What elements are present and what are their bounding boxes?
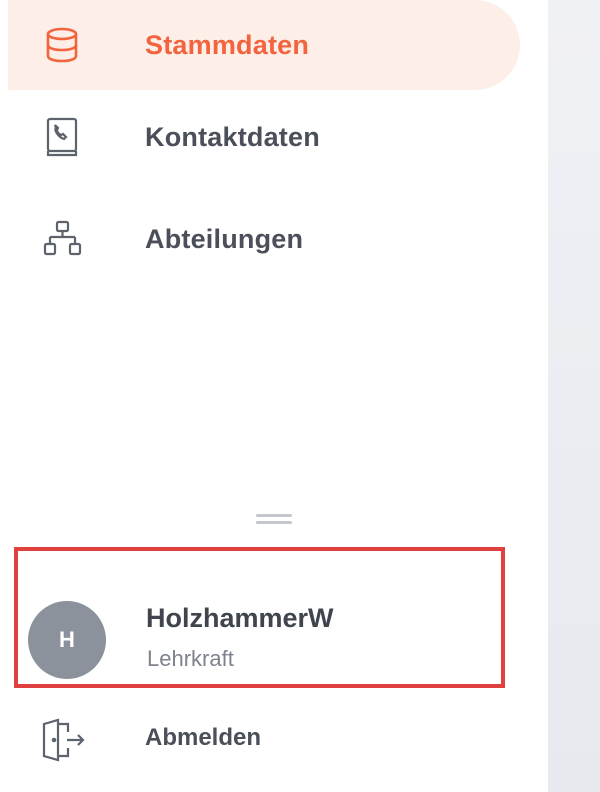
sidebar-item-label: Kontaktdaten <box>145 121 320 152</box>
handle-line-icon <box>256 521 292 524</box>
user-profile[interactable]: H HolzhammerW Lehrkraft <box>14 547 505 688</box>
sidebar-item-kontaktdaten[interactable]: Kontaktdaten <box>8 96 520 178</box>
avatar: H <box>28 601 106 679</box>
contact-book-icon <box>42 117 82 157</box>
sidebar: Stammdaten Kontaktdaten Abteilungen H Ho… <box>0 0 548 792</box>
database-icon <box>42 25 82 65</box>
sidebar-item-label: Stammdaten <box>145 29 310 60</box>
user-role: Lehrkraft <box>147 646 234 671</box>
logout-door-icon <box>40 718 88 762</box>
handle-line-icon <box>256 514 292 517</box>
org-chart-icon <box>42 219 82 259</box>
sidebar-item-stammdaten[interactable]: Stammdaten <box>8 0 520 90</box>
sidebar-item-label: Abteilungen <box>145 223 304 254</box>
sidebar-item-abteilungen[interactable]: Abteilungen <box>8 198 520 280</box>
app-page: Stammdaten Kontaktdaten Abteilungen H Ho… <box>0 0 600 792</box>
main-content-area <box>548 0 600 792</box>
resize-handle[interactable] <box>252 510 296 532</box>
logout-label: Abmelden <box>145 724 262 751</box>
logout-button[interactable]: Abmelden <box>0 700 540 776</box>
user-name: HolzhammerW <box>146 603 334 633</box>
